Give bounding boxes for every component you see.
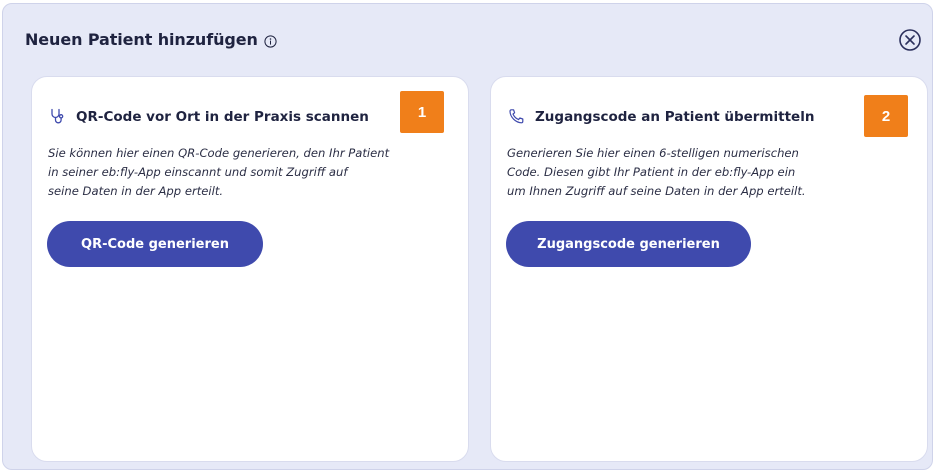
phone-icon (508, 108, 525, 125)
access-code-card-header: Zugangscode an Patient übermitteln (508, 108, 814, 125)
access-code-card-title: Zugangscode an Patient übermitteln (535, 108, 815, 125)
description-line: Generieren Sie hier einen 6-stelligen nu… (507, 146, 799, 160)
description-line: um Ihnen Zugriff auf seine Daten in der … (507, 184, 806, 198)
generate-qr-code-button[interactable]: QR-Code generieren (47, 221, 263, 267)
description-line: in seiner eb:fly-App einscannt und somit… (48, 165, 348, 179)
description-line: Code. Diesen gibt Ihr Patient in der eb:… (507, 165, 796, 179)
close-icon[interactable] (898, 28, 922, 52)
step-badge-2: 2 (864, 95, 908, 137)
info-icon[interactable] (264, 33, 277, 48)
qr-code-card: QR-Code vor Ort in der Praxis scannen Si… (31, 76, 469, 462)
description-line: Sie können hier einen QR-Code generieren… (48, 146, 390, 160)
step-badge-1: 1 (400, 91, 444, 133)
qr-code-card-header: QR-Code vor Ort in der Praxis scannen (49, 108, 369, 125)
generate-access-code-button[interactable]: Zugangscode generieren (506, 221, 751, 267)
access-code-card: Zugangscode an Patient übermitteln Gener… (490, 76, 928, 462)
dialog-header: Neuen Patient hinzufügen (25, 30, 277, 49)
dialog-title: Neuen Patient hinzufügen (25, 30, 258, 49)
stethoscope-icon (49, 108, 66, 125)
qr-code-card-title: QR-Code vor Ort in der Praxis scannen (76, 108, 369, 125)
description-line: seine Daten in der App erteilt. (48, 184, 224, 198)
access-code-card-description: Generieren Sie hier einen 6-stelligen nu… (507, 144, 927, 201)
qr-code-card-description: Sie können hier einen QR-Code generieren… (48, 144, 468, 201)
add-patient-dialog: Neuen Patient hinzufügen QR-Code vor Ort… (2, 3, 933, 470)
